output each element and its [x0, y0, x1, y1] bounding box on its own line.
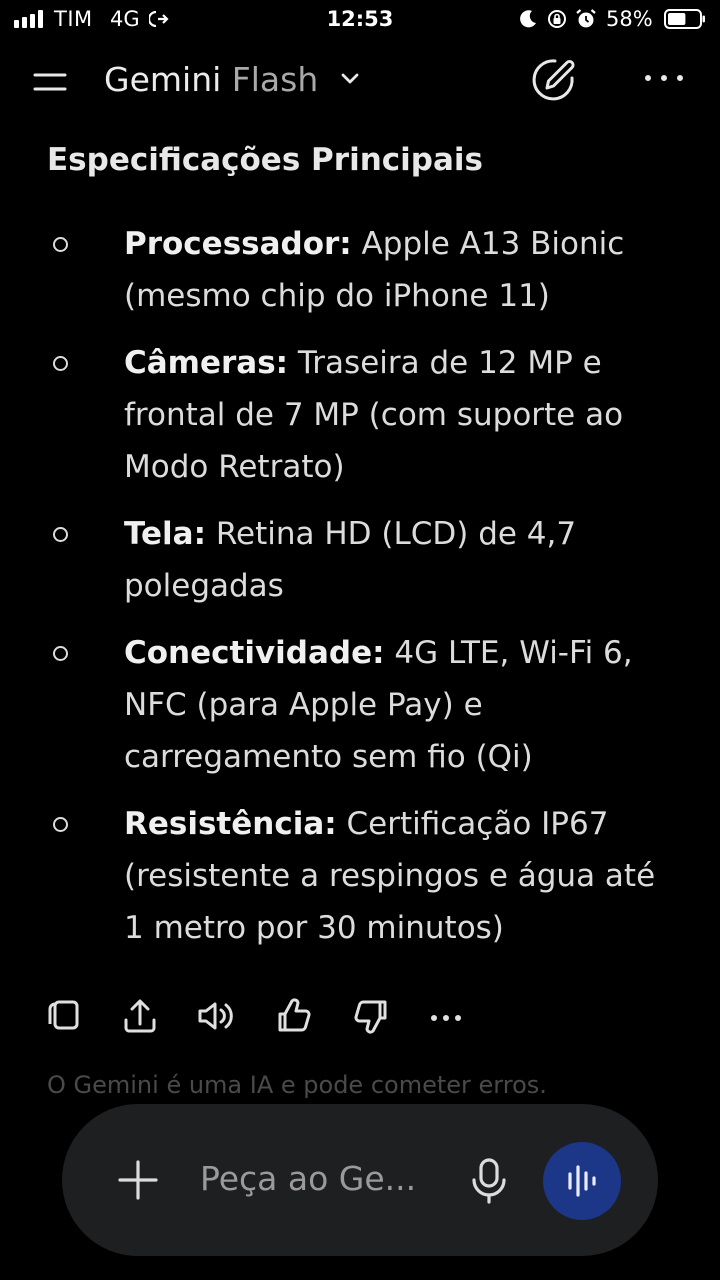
model-name: Flash — [231, 60, 319, 99]
more-options-icon[interactable] — [426, 994, 466, 1038]
spec-item-processor: Processador: Apple A13 Bionic (mesmo chi… — [0, 218, 720, 322]
status-bar: TIM 4G 12:53 58% — [0, 0, 720, 40]
live-button[interactable] — [543, 1142, 621, 1220]
screen: TIM 4G 12:53 58% Gemini Flash Especifica… — [0, 0, 720, 1280]
app-name: Gemini — [104, 60, 222, 99]
model-selector[interactable]: Gemini Flash — [104, 60, 361, 99]
spec-label: Conectividade: — [124, 635, 385, 671]
read-aloud-icon[interactable] — [197, 994, 237, 1038]
battery-icon — [664, 9, 705, 29]
thumbs-down-icon[interactable] — [351, 994, 391, 1038]
spec-item-connectivity: Conectividade: 4G LTE, Wi-Fi 6, NFC (par… — [0, 627, 720, 783]
microphone-icon[interactable] — [468, 1156, 510, 1206]
copy-icon[interactable] — [43, 994, 83, 1038]
menu-icon[interactable] — [30, 64, 70, 100]
bullet-circle — [53, 817, 68, 832]
spec-label: Câmeras: — [124, 345, 289, 381]
bullet-circle — [53, 356, 68, 371]
share-icon[interactable] — [120, 994, 160, 1038]
response-actions — [0, 990, 720, 1042]
moon-icon — [520, 10, 536, 28]
disclaimer: O Gemini é uma IA e pode cometer erros. — [47, 1071, 547, 1099]
new-chat-icon[interactable] — [525, 52, 581, 108]
spec-label: Resistência: — [124, 806, 337, 842]
bullet-circle — [53, 646, 68, 661]
bullet-circle — [53, 527, 68, 542]
plus-icon[interactable] — [116, 1158, 160, 1202]
spec-list: Processador: Apple A13 Bionic (mesmo chi… — [0, 218, 720, 969]
spec-item-screen: Tela: Retina HD (LCD) de 4,7 polegadas — [0, 508, 720, 612]
prompt-input-bar: Peça ao Ge... — [62, 1104, 658, 1256]
battery-percent: 58% — [606, 7, 653, 31]
prompt-input[interactable]: Peça ao Ge... — [200, 1159, 416, 1198]
live-icon — [568, 1165, 596, 1197]
thumbs-up-icon[interactable] — [274, 994, 314, 1038]
more-icon[interactable] — [640, 66, 688, 90]
orientation-lock-icon — [548, 10, 566, 28]
top-app-bar: Gemini Flash — [0, 48, 720, 112]
chevron-down-icon — [341, 73, 359, 83]
spec-label: Processador: — [124, 226, 352, 262]
spec-label: Tela: — [124, 516, 206, 552]
section-title: Especificações Principais — [47, 142, 483, 178]
bullet-circle — [53, 237, 68, 252]
spec-item-cameras: Câmeras: Traseira de 12 MP e frontal de … — [0, 337, 720, 493]
spec-item-resistance: Resistência: Certificação IP67 (resisten… — [0, 798, 720, 954]
alarm-icon — [576, 9, 596, 28]
